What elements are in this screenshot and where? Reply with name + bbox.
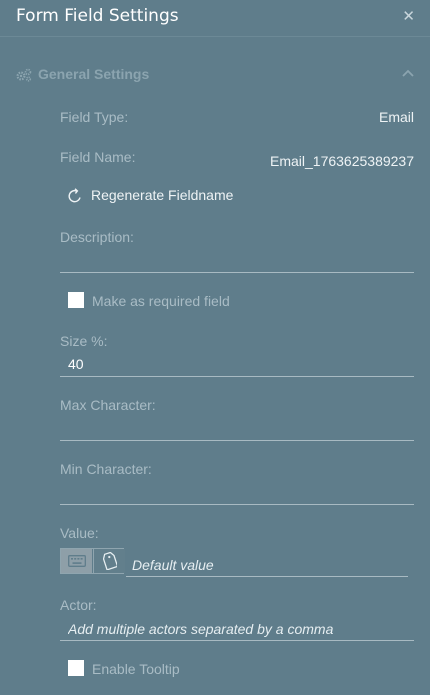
keyboard-mode-button[interactable]	[61, 549, 92, 573]
panel-title: Form Field Settings	[16, 6, 179, 26]
close-icon[interactable]: ✕	[402, 7, 415, 25]
size-underline	[60, 376, 414, 377]
min-character-input[interactable]	[60, 481, 414, 503]
required-field-label: Make as required field	[92, 293, 230, 309]
enable-tooltip-checkbox[interactable]	[68, 660, 84, 676]
value-mode-toggle	[60, 548, 125, 574]
panel-header: Form Field Settings ✕	[0, 0, 430, 36]
size-label: Size %:	[60, 333, 108, 349]
max-character-underline	[60, 440, 414, 441]
field-type-label: Field Type:	[60, 109, 129, 125]
field-type-value: Email	[378, 109, 414, 125]
enable-tooltip-label: Enable Tooltip	[92, 661, 180, 677]
chevron-up-icon[interactable]	[402, 69, 414, 77]
required-field-checkbox[interactable]	[68, 292, 84, 308]
actor-underline	[60, 640, 414, 641]
general-settings-label: General Settings	[38, 66, 150, 82]
actor-input[interactable]	[60, 618, 414, 640]
field-name-label: Field Name:	[60, 149, 136, 165]
tag-icon	[102, 552, 117, 570]
refresh-icon	[68, 188, 81, 203]
description-label: Description:	[60, 229, 134, 245]
min-character-underline	[60, 504, 414, 505]
actor-label: Actor:	[60, 597, 97, 613]
regenerate-label: Regenerate Fieldname	[91, 187, 234, 203]
min-character-label: Min Character:	[60, 461, 152, 477]
description-input[interactable]	[60, 249, 414, 271]
keyboard-icon	[67, 555, 86, 567]
default-value-underline	[126, 576, 408, 577]
value-label: Value:	[60, 525, 99, 541]
description-underline	[60, 272, 414, 273]
size-input[interactable]: 40	[68, 356, 84, 372]
field-name-value: Email_1763625389237	[269, 153, 414, 169]
default-value-input[interactable]	[126, 554, 408, 576]
general-settings-header[interactable]: General Settings	[16, 66, 416, 86]
tag-mode-button[interactable]	[93, 549, 125, 573]
max-character-input[interactable]	[60, 417, 414, 439]
max-character-label: Max Character:	[60, 397, 156, 413]
gears-icon	[16, 68, 32, 82]
header-divider	[0, 36, 430, 37]
